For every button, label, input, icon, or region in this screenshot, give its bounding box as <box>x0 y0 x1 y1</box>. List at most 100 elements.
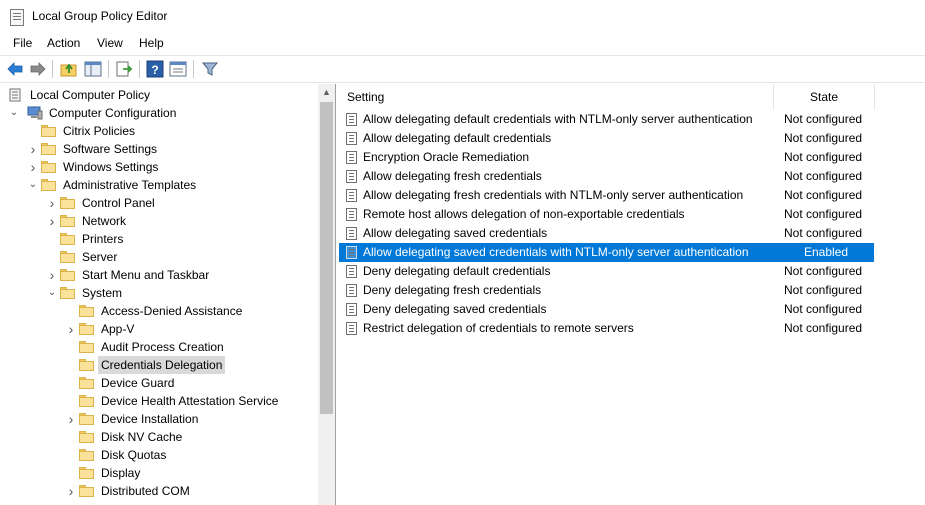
policy-setting-name: Deny delegating fresh credentials <box>363 283 542 297</box>
computer-icon <box>27 106 43 120</box>
scrollbar-thumb[interactable] <box>320 102 333 414</box>
tree-item-label: Disk NV Cache <box>101 430 183 444</box>
tree-scrollbar[interactable]: ▲ <box>318 84 335 505</box>
policy-setting-row[interactable]: Allow delegating default credentials wit… <box>339 110 925 129</box>
policy-setting-row[interactable]: Deny delegating saved credentials Not con… <box>339 300 925 319</box>
folder-icon <box>79 305 95 317</box>
menu-view[interactable]: View <box>97 36 123 50</box>
folder-icon <box>79 359 95 371</box>
folder-icon <box>60 197 76 209</box>
policy-setting-icon <box>346 132 357 145</box>
policy-setting-icon <box>346 227 357 240</box>
chevron-right-icon[interactable]: › <box>27 158 39 176</box>
policy-setting-name: Allow delegating saved credentials <box>363 226 548 240</box>
show-hide-tree-icon[interactable] <box>84 60 102 78</box>
policy-setting-row[interactable]: Restrict delegation of credentials to re… <box>339 319 925 338</box>
policy-setting-state: Not configured <box>784 264 863 278</box>
title-bar: Local Group Policy Editor <box>0 0 925 32</box>
policy-setting-row[interactable]: Allow delegating default credentials Not … <box>339 129 925 148</box>
policy-setting-row[interactable]: Allow delegating fresh credentials Not co… <box>339 167 925 186</box>
toolbar-separator <box>193 60 194 78</box>
tree-item-label: Disk Quotas <box>101 448 167 462</box>
column-header-state[interactable]: State <box>774 84 875 110</box>
folder-icon <box>79 413 95 425</box>
policy-setting-row[interactable]: Allow delegating saved credentials with … <box>339 243 874 262</box>
policy-setting-name: Encryption Oracle Remediation <box>363 150 530 164</box>
column-header-setting[interactable]: Setting <box>339 84 774 110</box>
tree-item-label: Server <box>82 250 118 264</box>
toolbar-separator <box>139 60 140 78</box>
filter-icon[interactable] <box>201 60 219 78</box>
toolbar-separator <box>108 60 109 78</box>
menu-help[interactable]: Help <box>139 36 164 50</box>
chevron-right-icon[interactable]: › <box>65 320 77 338</box>
tree-item-label: Start Menu and Taskbar <box>82 268 210 282</box>
folder-icon <box>41 125 57 137</box>
policy-setting-icon <box>346 113 357 126</box>
tree-item-label: Windows Settings <box>63 160 159 174</box>
chevron-right-icon[interactable]: › <box>27 140 39 158</box>
chevron-right-icon[interactable]: › <box>46 212 58 230</box>
policy-setting-icon <box>346 284 357 297</box>
policy-setting-row[interactable]: Remote host allows delegation of non-exp… <box>339 205 925 224</box>
chevron-right-icon[interactable]: › <box>46 194 58 212</box>
policy-setting-name: Allow delegating default credentials wit… <box>363 112 753 126</box>
policy-setting-name: Restrict delegation of credentials to re… <box>363 321 634 335</box>
policy-setting-row[interactable]: Allow delegating fresh credentials with … <box>339 186 925 205</box>
menu-file[interactable]: File <box>13 36 32 50</box>
svg-text:?: ? <box>151 63 158 77</box>
policy-setting-icon <box>346 322 357 335</box>
tree-item-label: Network <box>82 214 127 228</box>
tree-item-label: Control Panel <box>82 196 155 210</box>
tree-item-label: Audit Process Creation <box>101 340 224 354</box>
chevron-down-icon[interactable]: ⌄ <box>27 176 39 194</box>
folder-icon <box>41 161 57 173</box>
folder-icon <box>60 287 76 299</box>
policy-setting-state: Enabled <box>804 245 849 259</box>
tree-item-label: Administrative Templates <box>63 178 197 192</box>
tree-item-label: Citrix Policies <box>63 124 136 138</box>
export-list-icon[interactable] <box>115 60 133 78</box>
group-policy-app-icon <box>10 9 24 26</box>
tree-item-label: Local Computer Policy <box>30 88 151 102</box>
menu-bar: File Action View Help <box>0 32 925 54</box>
up-folder-icon[interactable] <box>60 60 78 78</box>
folder-icon <box>60 269 76 281</box>
menu-action[interactable]: Action <box>47 36 80 50</box>
tree-item-label: Distributed COM <box>101 484 190 498</box>
folder-icon <box>79 323 95 335</box>
policy-setting-state: Not configured <box>784 188 863 202</box>
forward-arrow-icon[interactable] <box>29 60 47 78</box>
help-icon[interactable]: ? <box>146 60 164 78</box>
policy-setting-row[interactable]: Allow delegating saved credentials Not co… <box>339 224 925 243</box>
folder-icon <box>60 251 76 263</box>
policy-setting-name: Allow delegating saved credentials with … <box>363 245 749 259</box>
tree-item-label: Printers <box>82 232 124 246</box>
tree-item-label: Device Installation <box>101 412 199 426</box>
policy-setting-state: Not configured <box>784 226 863 240</box>
folder-icon <box>79 431 95 443</box>
policy-setting-icon <box>346 170 357 183</box>
chevron-down-icon[interactable]: ⌄ <box>8 104 20 122</box>
scroll-up-arrow-icon[interactable]: ▲ <box>318 84 335 101</box>
back-arrow-icon[interactable] <box>6 60 24 78</box>
tree-item-label: Credentials Delegation <box>98 356 226 374</box>
policy-setting-icon <box>346 303 357 316</box>
chevron-right-icon[interactable]: › <box>46 266 58 284</box>
policy-setting-row[interactable]: Deny delegating default credentials Not c… <box>339 262 925 281</box>
chevron-down-icon[interactable]: ⌄ <box>46 284 58 302</box>
chevron-right-icon[interactable]: › <box>65 410 77 428</box>
properties-icon[interactable] <box>169 60 187 78</box>
policy-setting-icon <box>346 151 357 164</box>
policy-setting-icon <box>346 208 357 221</box>
policy-setting-icon <box>346 265 357 278</box>
folder-icon <box>79 449 95 461</box>
policy-setting-name: Deny delegating default credentials <box>363 264 551 278</box>
chevron-right-icon[interactable]: › <box>65 482 77 500</box>
policy-setting-state: Not configured <box>784 131 863 145</box>
policy-document-icon <box>8 88 24 102</box>
folder-icon <box>41 179 57 191</box>
policy-setting-row[interactable]: Encryption Oracle Remediation Not configu… <box>339 148 925 167</box>
policy-setting-name: Allow delegating fresh credentials <box>363 169 542 183</box>
policy-setting-row[interactable]: Deny delegating fresh credentials Not con… <box>339 281 925 300</box>
